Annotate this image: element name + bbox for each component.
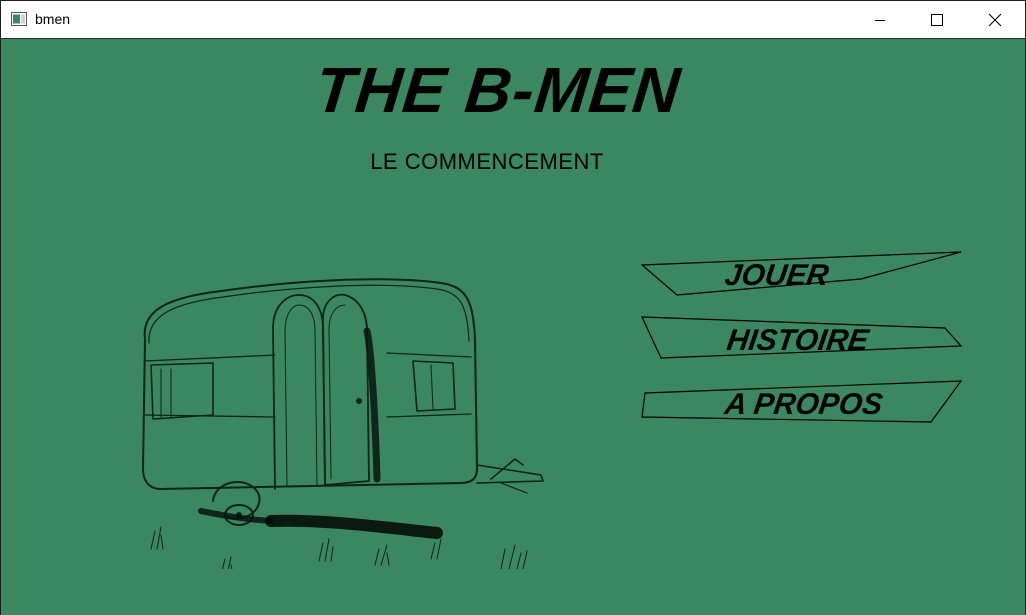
window-title: bmen — [35, 11, 71, 27]
menu-label-jouer: JOUER — [722, 259, 831, 292]
app-window: bmen THE B-MEN LE COMMENCEMENT JOUER HIS… — [0, 0, 1026, 615]
game-canvas: THE B-MEN LE COMMENCEMENT JOUER HISTOIRE… — [1, 38, 1025, 615]
game-subtitle: LE COMMENCEMENT — [370, 149, 604, 174]
close-button[interactable] — [972, 1, 1018, 38]
close-icon — [988, 13, 1002, 26]
minimize-icon — [875, 19, 885, 21]
caravan-illustration — [142, 278, 544, 569]
maximize-button[interactable] — [914, 1, 960, 38]
menu-button-histoire[interactable]: HISTOIRE — [641, 316, 963, 360]
menu-button-a-propos[interactable]: A PROPOS — [641, 380, 963, 426]
menu-button-jouer[interactable]: JOUER — [641, 251, 963, 297]
app-icon — [11, 12, 27, 26]
minimize-button[interactable] — [857, 1, 903, 38]
game-title: THE B-MEN — [311, 54, 685, 126]
menu-label-histoire: HISTOIRE — [724, 324, 871, 357]
title-bar[interactable]: bmen — [1, 1, 1025, 38]
menu-label-a-propos: A PROPOS — [722, 388, 885, 421]
maximize-icon — [931, 13, 943, 26]
